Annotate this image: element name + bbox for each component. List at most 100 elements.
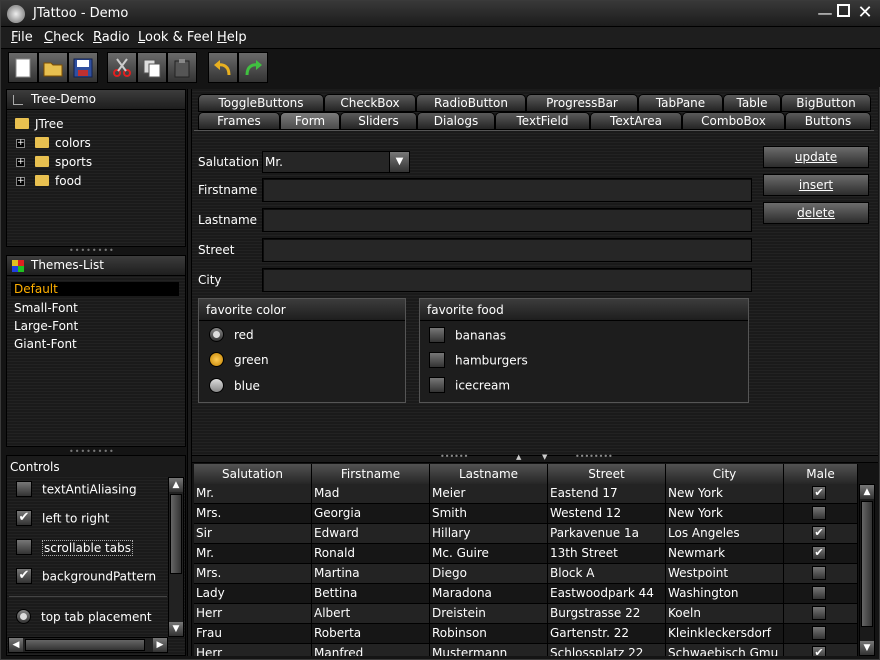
table-row[interactable]: Herr Albert Dreistein Burgstrasse 22 Koeln: [194, 604, 858, 624]
cell-city[interactable]: New York: [666, 504, 784, 524]
lastname-field[interactable]: [262, 208, 752, 232]
checkmark-icon[interactable]: ✔: [812, 486, 826, 500]
tree-root[interactable]: JTree: [15, 117, 64, 131]
splitter-handle[interactable]: ••••••••: [69, 246, 115, 255]
cell-firstname[interactable]: Martina: [312, 564, 430, 584]
close-icon[interactable]: ✕: [857, 4, 873, 22]
update-button[interactable]: update: [763, 146, 869, 168]
tab-table[interactable]: Table: [723, 94, 781, 112]
scroll-down-icon[interactable]: ▼: [169, 622, 183, 636]
checkbox-icecream[interactable]: icecream: [429, 377, 510, 394]
table-row[interactable]: Frau Roberta Robinson Gartenstr. 22 Kleinkle…: [194, 624, 858, 644]
cell-male[interactable]: ✔: [784, 644, 858, 656]
table-vertical-scrollbar[interactable]: ▲ ▼: [859, 484, 875, 656]
street-field[interactable]: [262, 238, 752, 262]
cell-male[interactable]: [784, 624, 858, 644]
column-header-salutation[interactable]: Salutation: [194, 464, 312, 484]
checkbox-icon[interactable]: [812, 626, 826, 640]
cell-city[interactable]: Los Angeles: [666, 524, 784, 544]
tab-checkbox[interactable]: CheckBox: [324, 94, 416, 112]
cell-street[interactable]: Eastend 17: [548, 484, 666, 504]
cell-firstname[interactable]: Edward: [312, 524, 430, 544]
radio-green[interactable]: green: [209, 352, 269, 368]
checkbox-icon[interactable]: [812, 606, 826, 620]
cell-male[interactable]: ✔: [784, 484, 858, 504]
tab-big-button[interactable]: BigButton: [781, 94, 871, 112]
scroll-up-icon[interactable]: ▲: [860, 485, 874, 499]
cell-lastname[interactable]: Maradona: [430, 584, 548, 604]
checkbox-icon[interactable]: [812, 506, 826, 520]
copy-button[interactable]: [137, 52, 167, 83]
cell-firstname[interactable]: Roberta: [312, 624, 430, 644]
new-button[interactable]: [8, 52, 38, 83]
menu-file[interactable]: File: [11, 30, 33, 45]
checkbox-left-to-right[interactable]: ✔ left to right: [16, 510, 109, 527]
tab-textarea[interactable]: TextArea: [590, 112, 682, 130]
arrow-up-icon[interactable]: ▲: [516, 453, 521, 461]
menu-radio[interactable]: Radio: [93, 30, 130, 45]
checkbox-icon[interactable]: [812, 586, 826, 600]
scroll-thumb[interactable]: [25, 639, 145, 651]
cell-city[interactable]: New York: [666, 484, 784, 504]
expand-icon[interactable]: +: [16, 139, 25, 148]
menu-help[interactable]: Help: [217, 30, 247, 45]
checkbox-hamburgers[interactable]: hamburgers: [429, 352, 528, 369]
cell-street[interactable]: Schlossplatz 22: [548, 644, 666, 656]
tab-toggle-buttons[interactable]: ToggleButtons: [198, 94, 324, 112]
maximize-icon[interactable]: [837, 4, 850, 17]
minimize-icon[interactable]: —: [817, 5, 833, 21]
cell-salutation[interactable]: Frau: [194, 624, 312, 644]
cell-firstname[interactable]: Mad: [312, 484, 430, 504]
city-field[interactable]: [262, 268, 752, 292]
theme-item-large-font[interactable]: Large-Font: [14, 319, 78, 333]
tree-node-colors[interactable]: colors: [35, 136, 91, 150]
cell-male[interactable]: [784, 504, 858, 524]
cell-firstname[interactable]: Albert: [312, 604, 430, 624]
tree-node-sports[interactable]: sports: [35, 155, 92, 169]
cell-male[interactable]: [784, 564, 858, 584]
chevron-down-icon[interactable]: ▼: [389, 152, 409, 172]
checkbox-text-antialiasing[interactable]: textAntiAliasing: [16, 481, 137, 498]
cell-street[interactable]: Burgstrasse 22: [548, 604, 666, 624]
radio-blue[interactable]: blue: [209, 378, 260, 394]
checkbox-background-pattern[interactable]: ✔ backgroundPattern: [16, 568, 156, 585]
menu-check[interactable]: Check: [44, 30, 84, 45]
scroll-right-icon[interactable]: ▶: [153, 638, 167, 652]
checkbox-scrollable-tabs[interactable]: scrollable tabs: [16, 539, 133, 556]
redo-button[interactable]: [238, 52, 268, 83]
cell-street[interactable]: 13th Street: [548, 544, 666, 564]
tab-form[interactable]: Form: [280, 112, 340, 130]
title-bar[interactable]: JTattoo - Demo — ✕: [1, 1, 880, 27]
tab-buttons[interactable]: Buttons: [785, 112, 871, 130]
cell-street[interactable]: Eastwoodpark 44: [548, 584, 666, 604]
cell-salutation[interactable]: Mr.: [194, 484, 312, 504]
theme-item-small-font[interactable]: Small-Font: [14, 301, 78, 315]
cell-firstname[interactable]: Manfred: [312, 644, 430, 656]
cell-salutation[interactable]: Sir: [194, 524, 312, 544]
cell-salutation[interactable]: Mrs.: [194, 564, 312, 584]
arrow-down-icon[interactable]: ▼: [542, 453, 547, 461]
tree-node-food[interactable]: food: [35, 174, 82, 188]
delete-button[interactable]: delete: [763, 202, 869, 224]
controls-horizontal-scrollbar[interactable]: ◀ ▶: [8, 637, 168, 653]
tab-dialogs[interactable]: Dialogs: [417, 112, 495, 130]
cell-lastname[interactable]: Smith: [430, 504, 548, 524]
tab-frames[interactable]: Frames: [198, 112, 280, 130]
cell-salutation[interactable]: Mrs.: [194, 504, 312, 524]
tab-tabpane[interactable]: TabPane: [638, 94, 723, 112]
checkmark-icon[interactable]: ✔: [812, 546, 826, 560]
theme-item-default[interactable]: Default: [11, 282, 179, 296]
cell-lastname[interactable]: Robinson: [430, 624, 548, 644]
salutation-combobox[interactable]: Mr. ▼: [262, 151, 410, 173]
cell-street[interactable]: Westend 12: [548, 504, 666, 524]
cell-salutation[interactable]: Herr: [194, 604, 312, 624]
scroll-thumb[interactable]: [861, 501, 873, 627]
menu-look-and-feel[interactable]: Look & Feel: [138, 30, 213, 45]
paste-button[interactable]: [167, 52, 197, 83]
cell-city[interactable]: Kleinkleckersdorf: [666, 624, 784, 644]
theme-item-giant-font[interactable]: Giant-Font: [14, 337, 77, 351]
radio-red[interactable]: red: [209, 327, 254, 343]
cell-lastname[interactable]: Hillary: [430, 524, 548, 544]
cell-salutation[interactable]: Lady: [194, 584, 312, 604]
cell-male[interactable]: [784, 604, 858, 624]
